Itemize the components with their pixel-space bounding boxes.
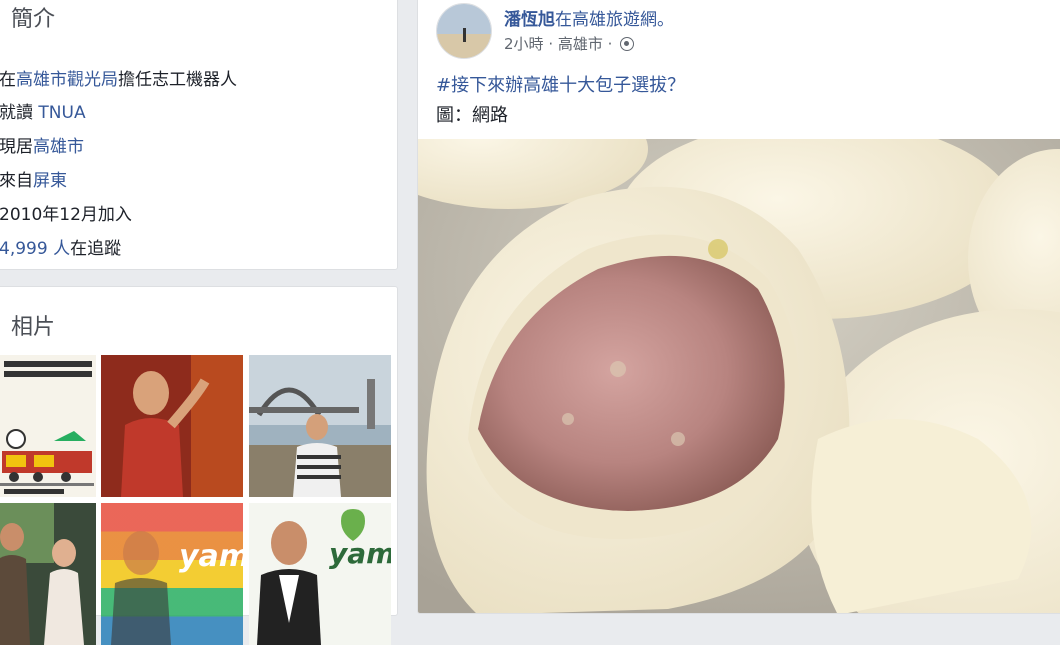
work-link[interactable]: 高雄市觀光局 — [16, 70, 118, 90]
post-caption: 圖：網路 — [436, 105, 508, 126]
post-location[interactable]: 高雄市 — [558, 35, 603, 53]
study-link[interactable]: TNUA — [38, 103, 85, 123]
intro-followers: 4,999 人在追蹤 — [0, 239, 122, 259]
photo-thumb-man-yam[interactable]: yam — [249, 503, 391, 645]
intro-study: 就讀 TNUA — [0, 103, 86, 123]
intro-joined: 2010年12月加入 — [0, 205, 132, 225]
man-rainbow-image — [111, 531, 171, 645]
man-red-shirt-image — [101, 355, 243, 497]
group-photo-image — [0, 503, 96, 645]
photos-title: 相片 — [11, 315, 56, 340]
avatar-image — [437, 4, 491, 58]
man-yam-image — [249, 503, 391, 645]
intro-card: 簡介 在高雄市觀光局擔任志工機器人 就讀 TNUA 現居高雄市 來自屏東 201… — [0, 0, 398, 270]
lives-link[interactable]: 高雄市 — [33, 137, 84, 157]
from-link[interactable]: 屏東 — [33, 171, 67, 191]
photos-card: 相片 yam yam — [0, 286, 398, 645]
intro-from: 來自屏東 — [0, 171, 67, 191]
globe-icon — [620, 37, 635, 51]
photo-thumb-man-bridge[interactable] — [249, 355, 391, 497]
photo-thumb-rainbow-yam[interactable]: yam — [101, 503, 243, 645]
photo-thumb-group[interactable] — [0, 503, 96, 645]
yam-logo-text: yam — [179, 539, 243, 574]
post-time[interactable]: 2小時 — [504, 35, 544, 53]
author-avatar[interactable] — [436, 3, 492, 59]
post-author-line: 潘恆旭在高雄旅遊網。 — [504, 5, 674, 30]
photo-thumb-train-illustration[interactable] — [0, 355, 96, 497]
intro-lives: 現居高雄市 — [0, 137, 84, 157]
photo-thumb-man-red-shirt[interactable] — [101, 355, 243, 497]
train-illustration-image — [0, 355, 96, 497]
post-photo-bun[interactable] — [418, 139, 1060, 614]
post-hashtag[interactable]: #接下來辦高雄十大包子選拔？ — [436, 71, 685, 97]
post-card: 潘恆旭在高雄旅遊網。 2小時 · 高雄市 · #接下來辦高雄十大包子選拔？ 圖：… — [417, 0, 1060, 614]
author-name-link[interactable]: 潘恆旭 — [504, 10, 555, 30]
followers-link[interactable]: 4,999 人 — [0, 239, 70, 259]
man-bridge-image — [249, 355, 391, 497]
yam-logo-text-2: yam — [329, 537, 391, 570]
intro-title: 簡介 — [11, 7, 56, 32]
post-meta: 2小時 · 高雄市 · — [504, 33, 635, 54]
intro-work: 在高雄市觀光局擔任志工機器人 — [0, 70, 237, 90]
author-location-link[interactable]: 在高雄旅遊網。 — [555, 10, 674, 30]
